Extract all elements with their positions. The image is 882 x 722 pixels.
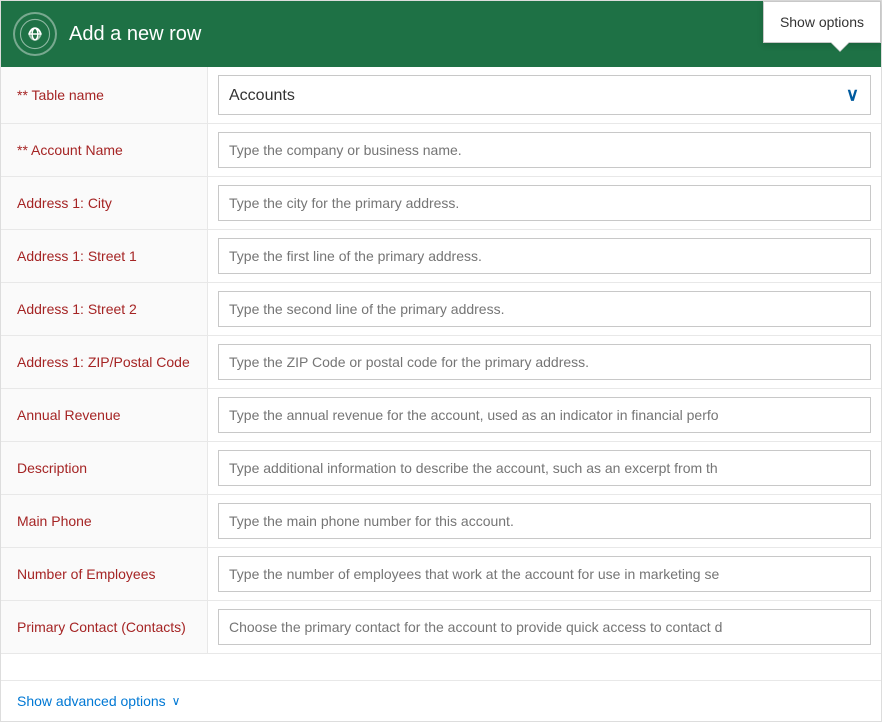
input-address-street2[interactable] (218, 291, 871, 327)
input-cell-num-employees (208, 548, 881, 600)
input-cell-address-street2 (208, 283, 881, 335)
input-cell-address-city (208, 177, 881, 229)
header: Add a new row Show options (1, 1, 881, 67)
input-primary-contact[interactable] (218, 609, 871, 645)
input-cell-address-zip (208, 336, 881, 388)
form-row-address-street2: Address 1: Street 2 (1, 283, 881, 336)
chevron-down-icon: ∨ (172, 694, 181, 708)
input-address-city[interactable] (218, 185, 871, 221)
form-row-annual-revenue: Annual Revenue (1, 389, 881, 442)
form-content: * Table nameAccounts* Account NameAddres… (1, 67, 881, 680)
form-row-address-zip: Address 1: ZIP/Postal Code (1, 336, 881, 389)
label-address-city: Address 1: City (1, 177, 208, 229)
label-main-phone: Main Phone (1, 495, 208, 547)
form-row-account-name: * Account Name (1, 124, 881, 177)
form-row-primary-contact: Primary Contact (Contacts) (1, 601, 881, 654)
input-annual-revenue[interactable] (218, 397, 871, 433)
input-address-street1[interactable] (218, 238, 871, 274)
input-account-name[interactable] (218, 132, 871, 168)
label-description: Description (1, 442, 208, 494)
form-row-main-phone: Main Phone (1, 495, 881, 548)
form-row-num-employees: Number of Employees (1, 548, 881, 601)
input-cell-address-street1 (208, 230, 881, 282)
show-advanced-button[interactable]: Show advanced options ∨ (17, 693, 180, 709)
form-row-description: Description (1, 442, 881, 495)
form-row-table-name: * Table nameAccounts (1, 67, 881, 124)
input-cell-main-phone (208, 495, 881, 547)
page-title: Add a new row (69, 23, 201, 46)
input-cell-description (208, 442, 881, 494)
select-table-name[interactable]: Accounts (218, 75, 871, 115)
input-address-zip[interactable] (218, 344, 871, 380)
input-cell-table-name: Accounts (208, 67, 881, 123)
label-address-zip: Address 1: ZIP/Postal Code (1, 336, 208, 388)
footer: Show advanced options ∨ (1, 680, 881, 721)
app-logo (13, 12, 57, 56)
show-options-button[interactable]: Show options (763, 1, 881, 43)
label-annual-revenue: Annual Revenue (1, 389, 208, 441)
label-address-street1: Address 1: Street 1 (1, 230, 208, 282)
input-cell-primary-contact (208, 601, 881, 653)
label-num-employees: Number of Employees (1, 548, 208, 600)
select-wrapper-table-name: Accounts (218, 75, 871, 115)
input-main-phone[interactable] (218, 503, 871, 539)
form-row-address-street1: Address 1: Street 1 (1, 230, 881, 283)
input-description[interactable] (218, 450, 871, 486)
form-row-address-city: Address 1: City (1, 177, 881, 230)
input-num-employees[interactable] (218, 556, 871, 592)
input-cell-annual-revenue (208, 389, 881, 441)
label-address-street2: Address 1: Street 2 (1, 283, 208, 335)
label-primary-contact: Primary Contact (Contacts) (1, 601, 208, 653)
label-account-name: * Account Name (1, 124, 208, 176)
app-container: Add a new row Show options * Table nameA… (0, 0, 882, 722)
label-table-name: * Table name (1, 67, 208, 123)
input-cell-account-name (208, 124, 881, 176)
